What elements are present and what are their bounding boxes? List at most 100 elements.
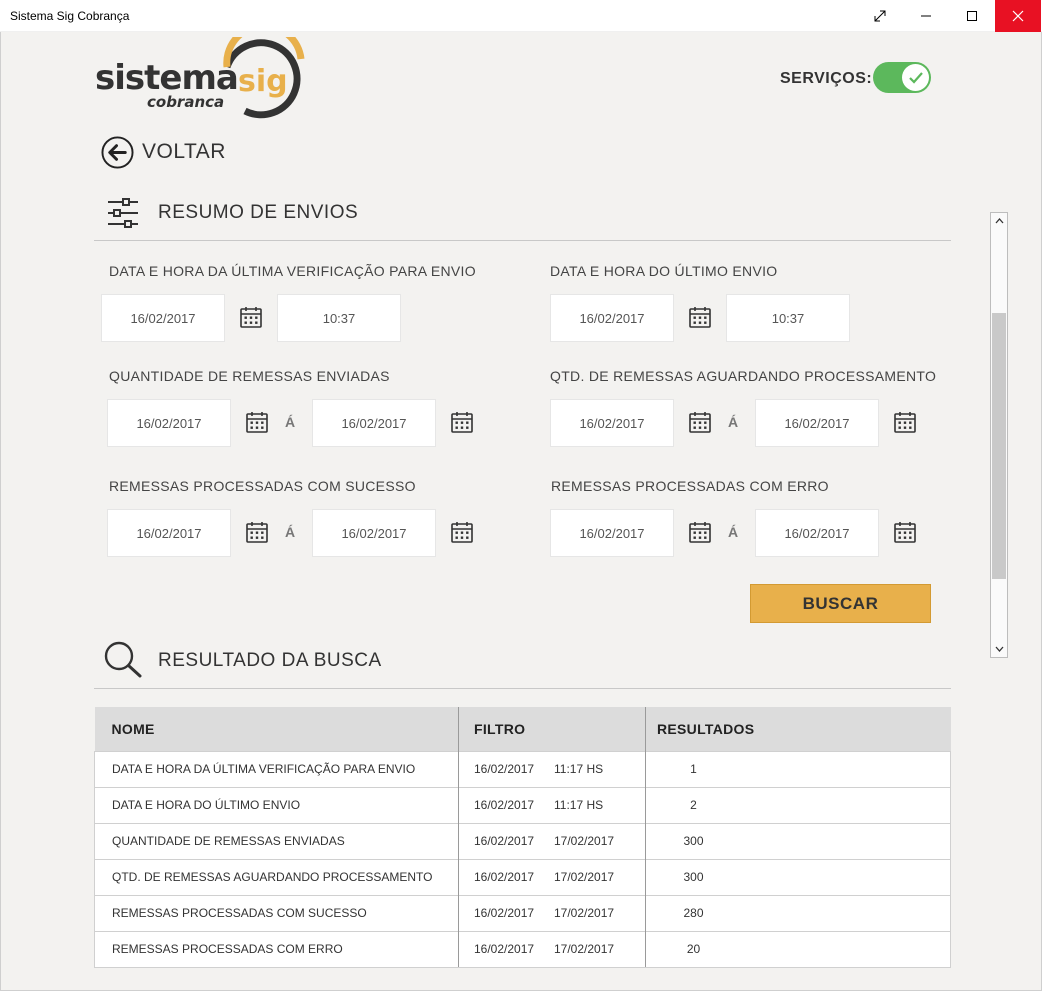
row-resultado-value: 300 xyxy=(683,870,704,884)
servicos-toggle[interactable] xyxy=(873,62,931,93)
sistema-sig-logo: sistema sig cobranca xyxy=(95,37,305,119)
ultima-verificacao-date-input[interactable]: 16/02/2017 xyxy=(101,294,225,342)
back-label: VOLTAR xyxy=(142,140,226,163)
erro-from-input[interactable]: 16/02/2017 xyxy=(550,509,674,557)
toggle-knob xyxy=(902,64,929,91)
resumo-title: RESUMO DE ENVIOS xyxy=(158,202,359,223)
fullscreen-button[interactable] xyxy=(857,0,903,32)
calendar-icon[interactable] xyxy=(688,305,712,329)
svg-text:sistema: sistema xyxy=(95,58,238,98)
maximize-button[interactable] xyxy=(949,0,995,32)
arrow-left-circle-icon xyxy=(101,135,134,169)
window-titlebar: Sistema Sig Cobrança xyxy=(0,0,1042,32)
sucesso-label: REMESSAS PROCESSADAS COM SUCESSO xyxy=(109,478,416,494)
row-filtro-2: 11:17 HS xyxy=(554,762,604,776)
row-filtro-1: 16/02/2017 xyxy=(474,798,535,812)
ultima-verificacao-time-input[interactable]: 10:37 xyxy=(277,294,401,342)
table-row[interactable]: REMESSAS PROCESSADAS COM SUCESSO 16/02/2… xyxy=(94,894,951,931)
row-filtro-1: 16/02/2017 xyxy=(474,870,535,884)
table-row[interactable]: QUANTIDADE DE REMESSAS ENVIADAS 16/02/20… xyxy=(94,822,951,859)
calendar-icon[interactable] xyxy=(245,520,269,544)
row-resultado-value: 20 xyxy=(686,942,701,956)
minimize-icon xyxy=(921,15,931,17)
aguardando-label: QTD. DE REMESSAS AGUARDANDO PROCESSAMENT… xyxy=(550,368,937,384)
calendar-icon[interactable] xyxy=(450,520,474,544)
calendar-icon[interactable] xyxy=(893,410,917,434)
calendar-icon[interactable] xyxy=(893,520,917,544)
table-row[interactable]: REMESSAS PROCESSADAS COM ERRO 16/02/2017… xyxy=(94,930,951,968)
table-row[interactable]: DATA E HORA DA ÚLTIMA VERIFICAÇÃO PARA E… xyxy=(94,750,951,787)
row-filtro-2: 11:17 HS xyxy=(554,798,604,812)
scroll-up-button[interactable] xyxy=(991,214,1007,228)
row-nome: REMESSAS PROCESSADAS COM ERRO xyxy=(94,930,459,968)
aguardando-to-input[interactable]: 16/02/2017 xyxy=(755,399,879,447)
row-filtro: 16/02/2017 11:17 HS xyxy=(458,750,646,787)
row-resultado: 300 xyxy=(645,858,951,895)
calendar-icon[interactable] xyxy=(239,305,263,329)
row-resultado-value: 2 xyxy=(690,798,697,812)
table-row[interactable]: QTD. DE REMESSAS AGUARDANDO PROCESSAMENT… xyxy=(94,858,951,895)
sucesso-from-input[interactable]: 16/02/2017 xyxy=(107,509,231,557)
row-filtro-2: 17/02/2017 xyxy=(554,906,615,920)
range-separator: Á xyxy=(285,524,296,540)
row-filtro-1: 16/02/2017 xyxy=(474,942,535,956)
sucesso-to-input[interactable]: 16/02/2017 xyxy=(312,509,436,557)
column-header-resultados: RESULTADOS xyxy=(645,707,951,751)
table-header-row: NOME FILTRO RESULTADOS xyxy=(94,707,951,751)
calendar-icon[interactable] xyxy=(688,410,712,434)
row-filtro-1: 16/02/2017 xyxy=(474,762,535,776)
row-nome: DATA E HORA DO ÚLTIMO ENVIO xyxy=(94,786,459,823)
row-nome: QTD. DE REMESSAS AGUARDANDO PROCESSAMENT… xyxy=(94,858,459,895)
maximize-icon xyxy=(967,11,977,21)
sliders-icon xyxy=(108,198,138,228)
window-title: Sistema Sig Cobrança xyxy=(10,9,130,23)
row-nome: QUANTIDADE DE REMESSAS ENVIADAS xyxy=(94,822,459,859)
ultimo-envio-time-input[interactable]: 10:37 xyxy=(726,294,850,342)
range-separator: Á xyxy=(285,414,296,430)
ultimo-envio-date-input[interactable]: 16/02/2017 xyxy=(550,294,674,342)
row-resultado-value: 1 xyxy=(690,762,697,776)
quantidade-enviadas-from-input[interactable]: 16/02/2017 xyxy=(107,399,231,447)
aguardando-from-input[interactable]: 16/02/2017 xyxy=(550,399,674,447)
row-resultado: 20 xyxy=(645,930,951,968)
column-header-filtro: FILTRO xyxy=(458,707,646,751)
ultima-verificacao-label: DATA E HORA DA ÚLTIMA VERIFICAÇÃO PARA E… xyxy=(109,263,476,279)
row-resultado: 280 xyxy=(645,894,951,931)
erro-to-input[interactable]: 16/02/2017 xyxy=(755,509,879,557)
range-separator: Á xyxy=(728,414,739,430)
close-button[interactable] xyxy=(995,0,1041,32)
ultimo-envio-label: DATA E HORA DO ÚLTIMO ENVIO xyxy=(550,263,778,279)
scroll-down-button[interactable] xyxy=(991,642,1007,656)
search-icon xyxy=(104,641,142,678)
row-filtro-2: 17/02/2017 xyxy=(554,942,615,956)
back-button[interactable]: VOLTAR xyxy=(101,135,226,169)
row-filtro: 16/02/2017 17/02/2017 xyxy=(458,822,646,859)
scroll-thumb[interactable] xyxy=(992,313,1006,579)
minimize-button[interactable] xyxy=(903,0,949,32)
calendar-icon[interactable] xyxy=(450,410,474,434)
close-icon xyxy=(1012,10,1024,22)
buscar-button[interactable]: BUSCAR xyxy=(750,584,931,623)
row-filtro: 16/02/2017 17/02/2017 xyxy=(458,858,646,895)
erro-label: REMESSAS PROCESSADAS COM ERRO xyxy=(551,478,829,494)
quantidade-enviadas-label: QUANTIDADE DE REMESSAS ENVIADAS xyxy=(109,368,390,384)
row-resultado: 300 xyxy=(645,822,951,859)
svg-text:cobranca: cobranca xyxy=(147,93,224,111)
form-scrollbar[interactable] xyxy=(990,212,1008,658)
row-filtro: 16/02/2017 11:17 HS xyxy=(458,786,646,823)
row-filtro: 16/02/2017 17/02/2017 xyxy=(458,930,646,968)
row-filtro-1: 16/02/2017 xyxy=(474,906,535,920)
checkmark-icon xyxy=(908,71,923,84)
servicos-label: SERVIÇOS: xyxy=(780,70,873,87)
resumo-divider xyxy=(94,240,951,241)
calendar-icon[interactable] xyxy=(245,410,269,434)
calendar-icon[interactable] xyxy=(688,520,712,544)
row-resultado-value: 280 xyxy=(683,906,704,920)
svg-text:sig: sig xyxy=(238,64,288,99)
quantidade-enviadas-to-input[interactable]: 16/02/2017 xyxy=(312,399,436,447)
row-filtro-2: 17/02/2017 xyxy=(554,870,615,884)
results-table: NOME FILTRO RESULTADOS DATA E HORA DA ÚL… xyxy=(94,707,951,968)
expand-icon xyxy=(874,10,886,22)
table-row[interactable]: DATA E HORA DO ÚLTIMO ENVIO 16/02/2017 11… xyxy=(94,786,951,823)
row-filtro: 16/02/2017 17/02/2017 xyxy=(458,894,646,931)
